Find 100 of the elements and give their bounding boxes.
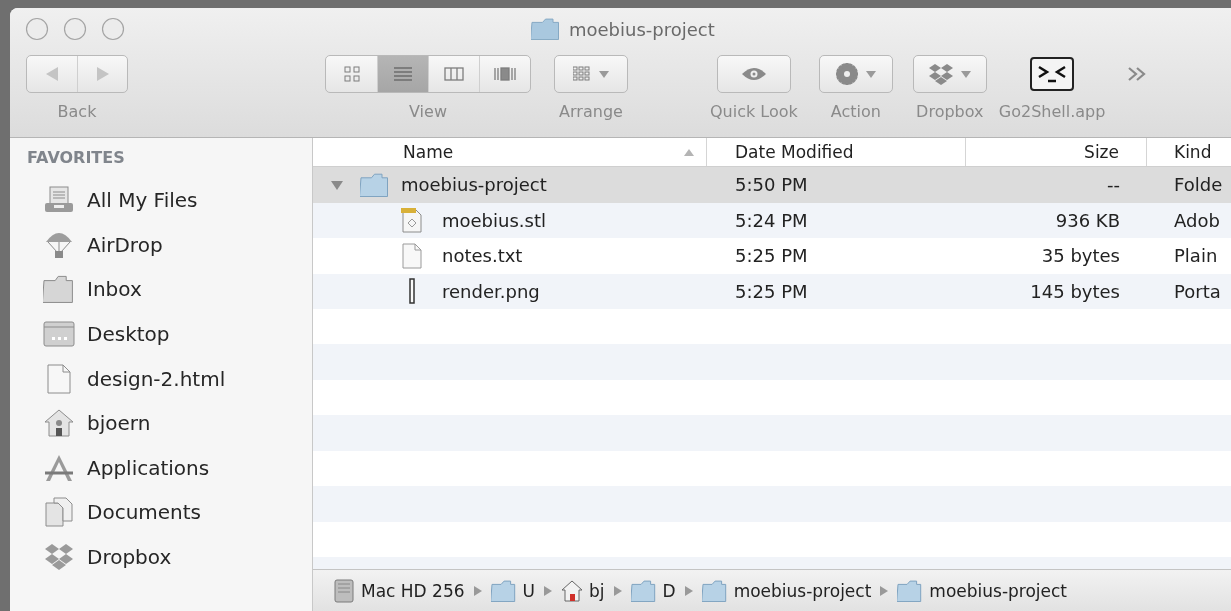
house-icon — [561, 579, 583, 602]
file-name: notes.txt — [442, 245, 523, 267]
sidebar-label: Applications — [87, 455, 210, 480]
table-cell-text: 936 KB — [1054, 209, 1121, 231]
window-control-icon — [63, 17, 87, 41]
installer-file-icon — [401, 207, 423, 234]
toolbar-label: Dropbox — [916, 102, 984, 121]
documents-icon — [44, 497, 74, 528]
table-cell-text: -- — [1106, 174, 1121, 196]
quick-look-button[interactable] — [716, 55, 791, 93]
path-label: moebius-project — [929, 580, 1068, 601]
forward-arrow-icon — [96, 67, 109, 81]
column-header[interactable]: Size — [966, 138, 1147, 166]
eye-icon — [740, 66, 767, 82]
sidebar-item[interactable]: AirDrop — [27, 222, 312, 268]
caret-icon — [599, 70, 609, 78]
view-mode-button[interactable] — [377, 56, 428, 92]
path-segment[interactable]: moebius-project — [897, 579, 1068, 602]
toolbar-label: Arrange — [559, 102, 623, 121]
sidebar-label: bjoern — [87, 411, 151, 436]
sidebar-item[interactable]: Applications — [27, 445, 312, 491]
path-separator-icon — [473, 585, 482, 596]
desktop-folder-icon — [43, 320, 75, 349]
path-label: U — [522, 580, 535, 601]
back-forward-control[interactable] — [26, 55, 128, 93]
folder-icon — [701, 579, 728, 602]
path-segment[interactable]: bj — [561, 579, 605, 602]
caret-icon — [865, 70, 876, 78]
path-segment[interactable]: moebius-project — [701, 579, 872, 602]
path-segment[interactable]: D — [630, 579, 676, 602]
section-heading: FAVORITES — [27, 148, 126, 169]
column-label: Kind — [1174, 142, 1212, 162]
view-switcher[interactable] — [325, 55, 531, 93]
sidebar-item[interactable]: Inbox — [27, 267, 312, 312]
sidebar-item[interactable]: All My Files — [27, 178, 312, 223]
path-label: bj — [589, 580, 605, 601]
path-segment[interactable]: Mac HD 256 — [333, 578, 465, 603]
sidebar-item[interactable]: design-2.html — [27, 356, 312, 401]
file-name: moebius.stl — [442, 209, 546, 231]
window-title: moebius-project — [569, 18, 715, 40]
sidebar-label: Desktop — [87, 322, 170, 347]
table-cell-text: Plain — [1173, 245, 1219, 267]
more-chevron-icon[interactable] — [1127, 66, 1148, 82]
arrange-button[interactable] — [554, 55, 628, 93]
table-cell-text: 5:50 PM — [734, 174, 809, 196]
path-separator-icon — [880, 585, 889, 596]
action-button[interactable] — [818, 55, 893, 93]
toolbar-label: Go2Shell.app — [998, 102, 1106, 121]
sidebar-label: Dropbox — [87, 545, 172, 570]
column-label: Date Modified — [735, 142, 854, 162]
expanded-triangle-icon[interactable] — [331, 178, 343, 191]
table-cell-text: 145 bytes — [1029, 280, 1121, 302]
table-cell-text: 5:25 PM — [734, 280, 809, 302]
sidebar-label: Documents — [87, 500, 202, 525]
table-row[interactable]: moebius-project 5:50 PM -- Folde — [313, 167, 1231, 203]
cover-flow-icon — [494, 67, 516, 81]
sidebar-label: All My Files — [87, 188, 198, 213]
toolbar-label: Action — [830, 102, 881, 121]
list-view-icon — [394, 66, 412, 82]
dropbox-icon — [44, 543, 74, 572]
column-view-icon — [444, 67, 464, 81]
table-cell-text: Adob — [1173, 209, 1221, 231]
sidebar-item[interactable]: Documents — [27, 490, 312, 535]
document-icon — [46, 363, 72, 394]
file-name: render.png — [442, 280, 540, 302]
folder-icon — [531, 18, 561, 40]
dropbox-button[interactable] — [912, 55, 987, 93]
folder-icon — [630, 579, 657, 602]
toolbar-label: Back — [57, 102, 97, 121]
sidebar-item[interactable]: Dropbox — [27, 534, 312, 580]
folder-icon — [43, 275, 75, 304]
text-file-icon — [402, 242, 422, 269]
path-separator-icon — [544, 585, 552, 596]
sidebar-item[interactable]: Desktop — [27, 311, 312, 357]
table-cell-text: Folde — [1173, 174, 1224, 196]
caret-icon — [960, 70, 971, 78]
image-file-icon — [408, 278, 416, 305]
sidebar-label: Inbox — [87, 277, 142, 302]
table-cell-text: 35 bytes — [1040, 245, 1121, 267]
table-cell-text: 5:24 PM — [734, 209, 809, 231]
folder-icon — [490, 579, 517, 602]
folder-icon — [360, 172, 390, 197]
toolbar-label: Quick Look — [710, 102, 798, 121]
column-header[interactable]: Date Modified — [707, 138, 966, 166]
path-label: D — [662, 580, 676, 601]
terminal-app-icon — [1030, 57, 1075, 91]
column-header[interactable]: Kind — [1147, 138, 1231, 166]
path-label: moebius-project — [733, 580, 872, 601]
window-control-icon — [25, 17, 49, 41]
path-segment[interactable]: U — [490, 579, 535, 602]
hard-drive-icon — [333, 578, 355, 603]
column-header[interactable]: Name — [313, 138, 707, 166]
toolbar-label: View — [409, 102, 447, 121]
window-control-icon — [101, 17, 125, 41]
sidebar-label: design-2.html — [87, 366, 226, 391]
sidebar-item[interactable]: bjoern — [27, 400, 312, 446]
folder-icon — [897, 579, 924, 602]
house-icon — [44, 408, 74, 439]
icon-view-icon — [343, 66, 360, 82]
table-cell-text: 5:25 PM — [734, 245, 809, 267]
